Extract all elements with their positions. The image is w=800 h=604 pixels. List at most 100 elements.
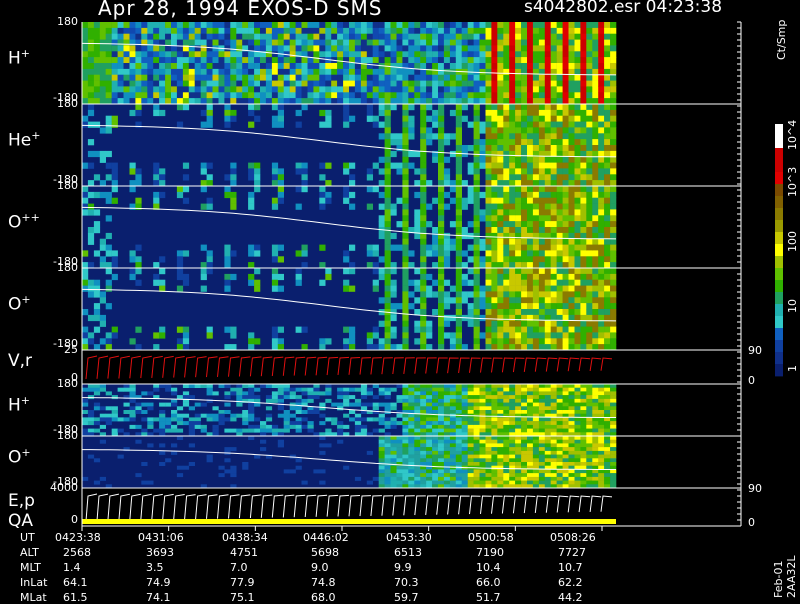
spectrogram-cell [230,413,237,418]
spectrogram-cell [449,109,457,117]
spectrogram-cell [610,344,617,351]
spectrogram-cell [343,109,350,117]
spectrogram-cell [562,384,569,388]
spectrogram-cell [592,320,599,327]
spectrogram-cell [527,398,534,403]
spectrogram-cell [532,197,540,204]
spectrogram-cell [384,22,391,29]
spectrogram-cell [485,326,492,333]
spectrogram-cell [224,256,231,263]
panel-label-base: E,p [8,491,35,511]
spectrogram-cell [515,39,522,46]
spectrogram-cell [230,57,237,64]
spectrogram-cell [532,320,540,327]
spectrogram-cell [527,238,534,245]
spectrogram-cell [99,417,106,422]
spectrogram-cell [99,92,106,99]
spectrogram-cell [182,465,190,470]
spectrogram-cell [467,33,474,40]
colorbar-swatch [775,148,783,161]
table-cell: 0500:58 [468,531,514,544]
spectrogram-cell [384,391,391,396]
spectrogram-cell [182,338,190,345]
spectrogram-cell [598,238,605,245]
spectrogram-cell [497,417,504,422]
spectrogram-cell [325,33,332,40]
spectrogram-cell [432,250,439,257]
spectrogram-cell [360,384,368,388]
spectrogram-cell [432,63,439,70]
spectrogram-cell [455,273,462,281]
spectrogram-cell [438,162,445,169]
spectrogram-cell [117,98,124,105]
spectrogram-cell [384,156,391,163]
right-tick-bottom: 0 [748,374,755,387]
spectrogram-cell [254,387,261,392]
spectrogram-cell [343,45,350,52]
spectrogram-cell [598,92,605,99]
spectrogram-cell [343,268,350,275]
spectrogram-cell [532,309,540,316]
spectrogram-cell [497,191,504,199]
spectrogram-cell [426,63,433,70]
spectrogram-cell [325,45,332,52]
spectrogram-cell [271,338,279,345]
spectrogram-cell [497,450,504,455]
spectrogram-cell [503,51,510,58]
spectrogram-cell [438,436,445,440]
spectrogram-cell [87,86,95,93]
spectrogram-cell [491,150,498,158]
spectrogram-cell [283,384,290,388]
spectrogram-cell [135,344,142,351]
spectrogram-cell [319,33,326,40]
spectrogram-cell [485,262,492,269]
spectrogram-cell [449,57,457,64]
spectrogram-cell [283,92,290,99]
spectrogram-cell [254,57,261,64]
spectrogram-cell [159,51,166,58]
spectrogram-cell [277,63,284,70]
spectrogram-cell [467,387,474,392]
spectrogram-cell [604,209,611,216]
spectrogram-cell [354,45,362,52]
spectrogram-cell [455,191,462,199]
spectrogram-cell [568,384,575,388]
spectrogram-cell [550,273,557,281]
spectrogram-cell [384,465,391,470]
spectrogram-cell [378,27,385,35]
spectrogram-cell [610,51,617,58]
spectrogram-cell [574,391,581,396]
spectrogram-cell [550,406,557,411]
spectrogram-cell [384,80,391,87]
spectrogram-cell [544,109,551,117]
spectrogram-cell [171,98,178,105]
spectrogram-cell [129,33,136,40]
spectrogram-cell [521,203,528,210]
spectrogram-cell [473,22,480,29]
spectrogram-cell [153,109,160,117]
spectrogram-cell [426,450,433,455]
spectrogram-cell [503,309,510,316]
spectrogram-cell [420,27,427,35]
spectrogram-cell [402,238,409,245]
spectrogram-cell [538,168,546,175]
spectrogram-cell [544,156,551,163]
spectrogram-cell [527,244,534,251]
spectrogram-cell [182,39,190,46]
spectrogram-cell [402,291,409,298]
spectrogram-cell [521,51,528,58]
spectrogram-cell [396,86,403,93]
spectrogram-cell [420,191,427,199]
spectrogram-cell [592,395,599,400]
spectrogram-cell [93,309,101,316]
spectrogram-cell [159,98,166,105]
spectrogram-cell [87,410,95,414]
spectrogram-cell [265,80,273,87]
spectrogram-cell [200,203,207,210]
spectrogram-cell [473,127,480,134]
spectrogram-cell [111,33,118,40]
spectrogram-cell [372,68,379,76]
spectrogram-cell [390,439,397,444]
spectrogram-cell [337,86,344,93]
spectrogram-cell [485,428,492,433]
